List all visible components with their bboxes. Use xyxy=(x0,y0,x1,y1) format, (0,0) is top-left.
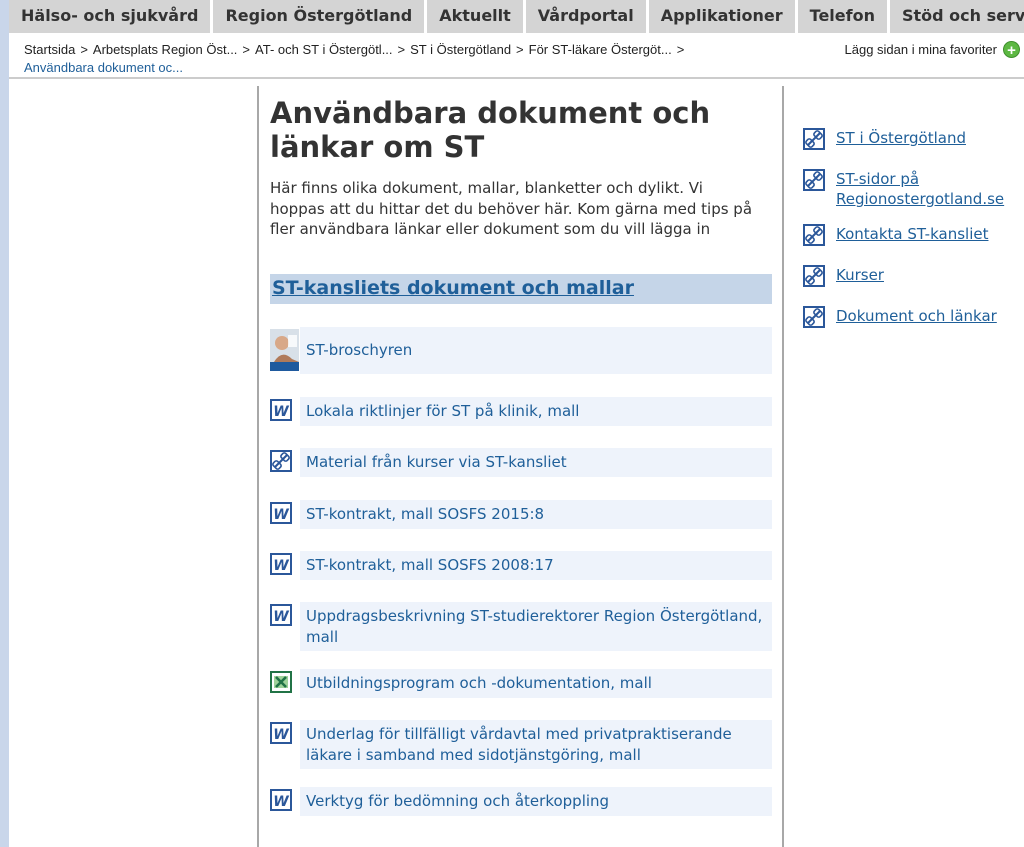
nav-tab-region-ostergotland[interactable]: Region Östergötland xyxy=(213,0,428,33)
favorites-label: Lägg sidan i mina favoriter xyxy=(844,42,997,57)
document-row[interactable]: W ST-kontrakt, mall SOSFS 2015:8 xyxy=(270,500,772,529)
breadcrumb-current[interactable]: Användbara dokument oc... xyxy=(24,60,183,75)
sidebar-link-st-i-ostergotland[interactable]: ST i Östergötland xyxy=(803,128,1024,154)
nav-tab-vardportal[interactable]: Vårdportal xyxy=(525,0,649,33)
breadcrumb-item-at-och-st[interactable]: AT- och ST i Östergötl... xyxy=(255,42,393,57)
nav-tab-halso-och-sjukvard[interactable]: Hälso- och sjukvård xyxy=(9,0,214,33)
document-link-underlag-vardavtal[interactable]: Underlag för tillfälligt vårdavtal med p… xyxy=(300,720,772,769)
breadcrumb-separator: > xyxy=(80,42,88,57)
sidebar-link-label[interactable]: ST i Östergötland xyxy=(836,128,966,154)
breadcrumb-item-arbetsplats[interactable]: Arbetsplats Region Öst... xyxy=(93,42,238,57)
sidebar-link-kurser[interactable]: Kurser xyxy=(803,265,1024,291)
sidebar-link-label[interactable]: ST-sidor på Regionostergotland.se xyxy=(836,169,1016,209)
nav-tab-stod-och-service[interactable]: Stöd och service xyxy=(889,0,1024,33)
breadcrumb-separator: > xyxy=(242,42,251,57)
content-divider-left xyxy=(257,86,259,847)
breadcrumb-separator: > xyxy=(676,42,685,57)
document-link-st-broschyren[interactable]: ST-broschyren xyxy=(300,327,772,374)
main-content: Användbara dokument och länkar om ST Här… xyxy=(270,96,774,240)
svg-text:W: W xyxy=(273,404,289,420)
page-title: Användbara dokument och länkar om ST xyxy=(270,96,711,164)
sidebar-link-st-sidor[interactable]: ST-sidor på Regionostergotland.se xyxy=(803,169,1024,209)
svg-text:W: W xyxy=(273,727,289,743)
word-document-icon: W xyxy=(270,500,300,529)
nav-tab-aktuellt[interactable]: Aktuellt xyxy=(427,0,526,33)
sidebar-link-dokument-och-lankar[interactable]: Dokument och länkar xyxy=(803,306,1024,332)
document-row[interactable]: W Underlag för tillfälligt vårdavtal med… xyxy=(270,720,772,769)
word-document-icon: W xyxy=(270,551,300,580)
link-icon xyxy=(803,265,836,291)
sidebar-link-kontakta-st-kansliet[interactable]: Kontakta ST-kansliet xyxy=(803,224,1024,250)
breadcrumb-bar: Startsida > Arbetsplats Region Öst... > AT- … xyxy=(9,33,1024,79)
document-link-verktyg-bedomning[interactable]: Verktyg för bedömning och återkoppling xyxy=(300,787,772,816)
top-navigation: Hälso- och sjukvård Region Östergötland … xyxy=(9,0,1024,33)
breadcrumb-separator: > xyxy=(397,42,406,57)
document-link-utbildningsprogram[interactable]: Utbildningsprogram och -dokumentation, m… xyxy=(300,669,772,698)
sidebar-link-label[interactable]: Kontakta ST-kansliet xyxy=(836,224,988,250)
left-accent-bar xyxy=(0,0,9,847)
word-document-icon: W xyxy=(270,602,300,651)
breadcrumb: Startsida > Arbetsplats Region Öst... > AT- … xyxy=(24,41,814,77)
document-row[interactable]: Material från kurser via ST-kansliet xyxy=(270,448,772,477)
document-link-uppdragsbeskrivning[interactable]: Uppdragsbeskrivning ST-studierektorer Re… xyxy=(300,602,772,651)
breadcrumb-item-for-st-lakare[interactable]: För ST-läkare Östergöt... xyxy=(529,42,672,57)
add-to-favorites[interactable]: Lägg sidan i mina favoriter + xyxy=(844,41,1020,59)
content-divider-right xyxy=(782,86,784,847)
link-icon xyxy=(270,448,300,477)
sidebar-link-label[interactable]: Kurser xyxy=(836,265,884,291)
sidebar-link-label[interactable]: Dokument och länkar xyxy=(836,306,997,332)
svg-text:W: W xyxy=(273,794,289,810)
nav-tab-applikationer[interactable]: Applikationer xyxy=(648,0,798,33)
document-row[interactable]: Utbildningsprogram och -dokumentation, m… xyxy=(270,669,772,698)
svg-text:W: W xyxy=(273,609,289,625)
svg-text:W: W xyxy=(273,507,289,523)
document-row[interactable]: W Verktyg för bedömning och återkoppling xyxy=(270,787,772,816)
plus-circle-icon[interactable]: + xyxy=(1003,41,1020,59)
breadcrumb-item-startsida[interactable]: Startsida xyxy=(24,42,75,57)
excel-document-icon xyxy=(270,669,300,698)
brochure-thumbnail-icon xyxy=(270,327,300,375)
document-link-lokala-riktlinjer[interactable]: Lokala riktlinjer för ST på klinik, mall xyxy=(300,397,772,426)
section-heading-link[interactable]: ST-kansliets dokument och mallar xyxy=(270,274,772,304)
document-link-st-kontrakt-2008[interactable]: ST-kontrakt, mall SOSFS 2008:17 xyxy=(300,551,772,580)
nav-tab-telefon[interactable]: Telefon xyxy=(797,0,890,33)
document-link-material-fran-kurser[interactable]: Material från kurser via ST-kansliet xyxy=(300,448,772,477)
document-row[interactable]: W Lokala riktlinjer för ST på klinik, ma… xyxy=(270,397,772,426)
document-link-st-kontrakt-2015[interactable]: ST-kontrakt, mall SOSFS 2015:8 xyxy=(300,500,772,529)
document-row[interactable]: ST-broschyren xyxy=(270,327,772,375)
link-icon xyxy=(803,128,836,154)
sidebar-links: ST i Östergötland ST-sidor på Regionoste… xyxy=(803,128,1024,347)
link-icon xyxy=(803,306,836,332)
breadcrumb-item-st-i-ostergotland[interactable]: ST i Östergötland xyxy=(410,42,511,57)
svg-text:W: W xyxy=(273,558,289,574)
breadcrumb-separator: > xyxy=(516,42,524,57)
word-document-icon: W xyxy=(270,720,300,769)
word-document-icon: W xyxy=(270,397,300,426)
link-icon xyxy=(803,224,836,250)
document-row[interactable]: W Uppdragsbeskrivning ST-studierektorer … xyxy=(270,602,772,651)
document-row[interactable]: W ST-kontrakt, mall SOSFS 2008:17 xyxy=(270,551,772,580)
link-icon xyxy=(803,169,836,209)
word-document-icon: W xyxy=(270,787,300,816)
page-intro: Här finns olika dokument, mallar, blanke… xyxy=(270,179,753,238)
